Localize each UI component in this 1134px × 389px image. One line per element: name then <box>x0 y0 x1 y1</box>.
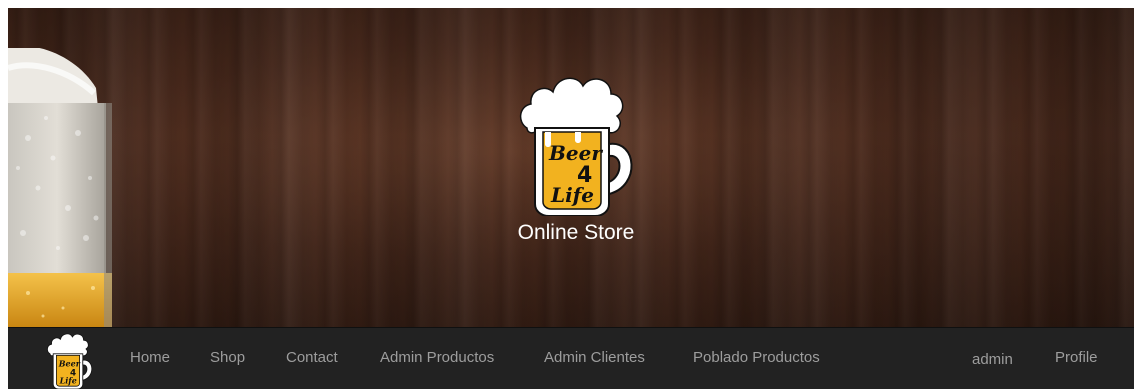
beer-glass-image <box>8 48 112 327</box>
navbar-logo[interactable]: Beer 4 Life <box>44 329 96 389</box>
navbar: Beer 4 Life Home Shop Contact Admin Prod… <box>8 327 1134 389</box>
svg-text:Beer: Beer <box>58 359 81 369</box>
svg-text:Life: Life <box>550 183 594 207</box>
nav-link-contact[interactable]: Contact <box>286 349 338 367</box>
hero-subtitle: Online Store <box>517 221 635 244</box>
nav-link-shop[interactable]: Shop <box>210 349 245 367</box>
page-frame: Beer 4 Life Online Store Beer 4 Life Hom… <box>8 8 1134 389</box>
svg-text:Beer: Beer <box>548 141 603 165</box>
nav-link-poblado-productos[interactable]: Poblado Productos <box>693 349 820 367</box>
beer4life-logo: Beer 4 Life <box>519 77 633 216</box>
nav-link-profile[interactable]: Profile <box>1055 349 1098 367</box>
nav-user-admin[interactable]: admin <box>972 351 1013 369</box>
nav-link-admin-productos[interactable]: Admin Productos <box>380 349 494 367</box>
svg-text:Life: Life <box>59 375 77 385</box>
nav-link-home[interactable]: Home <box>130 349 170 367</box>
hero-banner: Beer 4 Life Online Store <box>8 8 1134 327</box>
nav-link-admin-clientes[interactable]: Admin Clientes <box>544 349 645 367</box>
